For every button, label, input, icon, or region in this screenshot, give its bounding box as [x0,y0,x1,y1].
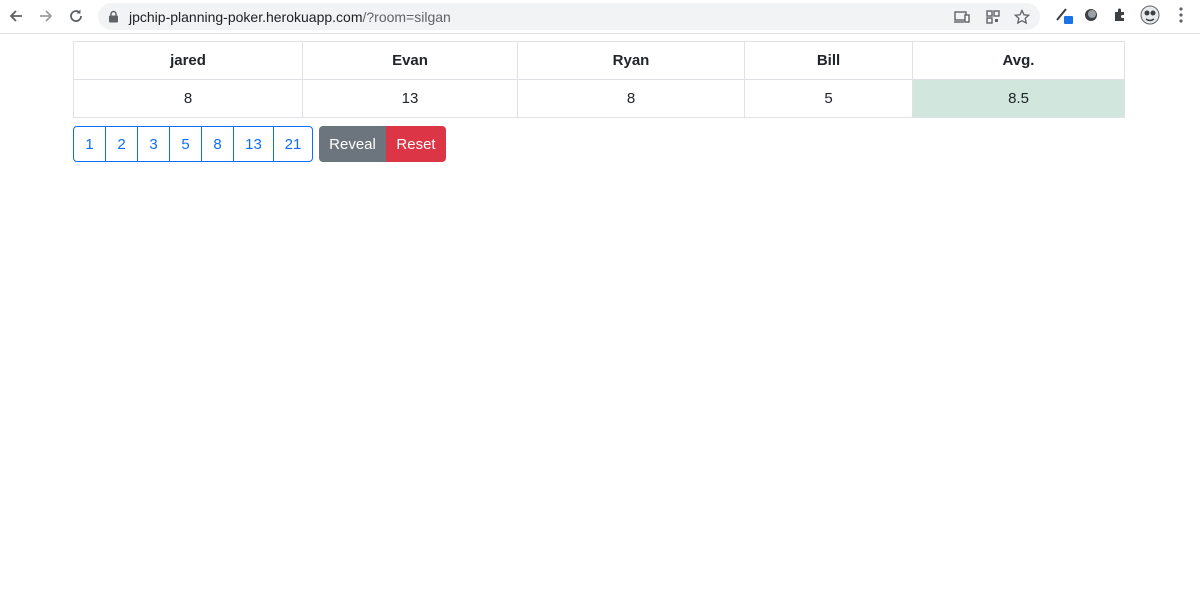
card-button-group: 1 2 3 5 8 13 21 [73,126,313,162]
card-button-21[interactable]: 21 [273,126,313,162]
table-row: 8 13 8 5 8.5 [73,79,1125,118]
card-button-8[interactable]: 8 [201,126,234,162]
address-bar[interactable]: jpchip-planning-poker.herokuapp.com/?roo… [98,3,1040,30]
profile-avatar-icon[interactable] [1140,5,1160,25]
column-header: jared [73,41,303,80]
votes-table: jared Evan Ryan Bill Avg. 8 13 8 5 8.5 [73,41,1125,118]
reload-icon [70,9,82,22]
column-header: Ryan [517,41,745,80]
card-button-2[interactable]: 2 [105,126,138,162]
qr-code-icon[interactable] [984,8,1002,26]
url-text: jpchip-planning-poker.herokuapp.com/?roo… [129,9,451,25]
back-button[interactable] [4,4,28,28]
reload-button[interactable] [64,4,88,28]
action-button-group: Reveal Reset [319,126,446,162]
arrow-right-icon [40,10,53,22]
circle-extension-icon[interactable] [1081,5,1101,25]
cast-icon[interactable] [953,8,971,26]
card-button-1[interactable]: 1 [73,126,106,162]
card-button-3[interactable]: 3 [137,126,170,162]
card-button-13[interactable]: 13 [233,126,274,162]
reset-button[interactable]: Reset [386,126,446,162]
puzzle-extensions-icon[interactable] [1110,5,1130,25]
star-bookmark-icon[interactable] [1013,8,1031,26]
url-path: /?room=silgan [362,9,451,25]
column-header: Evan [302,41,518,80]
vote-cell: 13 [302,79,518,118]
url-host: jpchip-planning-poker.herokuapp.com [129,9,363,25]
vote-cell: 5 [744,79,913,118]
arrow-left-icon [9,10,22,22]
eyedropper-extension-icon[interactable] [1054,5,1074,25]
column-header: Avg. [912,41,1125,80]
more-menu-icon[interactable] [1171,5,1191,25]
forward-button[interactable] [34,4,58,28]
browser-toolbar: jpchip-planning-poker.herokuapp.com/?roo… [0,0,1200,34]
vote-cell: 8 [73,79,303,118]
vote-cell: 8 [517,79,745,118]
table-header-row: jared Evan Ryan Bill Avg. [73,41,1125,80]
column-header: Bill [744,41,913,80]
reveal-button[interactable]: Reveal [319,126,386,162]
lock-icon [108,10,119,28]
average-cell: 8.5 [912,79,1125,118]
card-button-5[interactable]: 5 [169,126,202,162]
